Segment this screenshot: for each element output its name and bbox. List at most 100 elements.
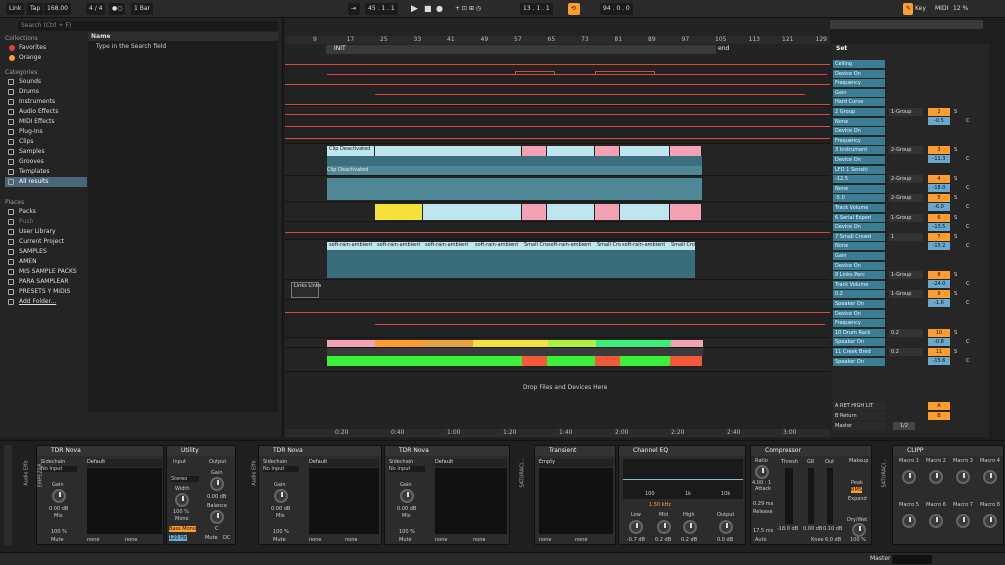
solo-button[interactable]: S [954,329,957,338]
width-knob[interactable] [175,493,189,507]
category-clips[interactable]: Clips [5,137,87,147]
expand-button[interactable]: Expand [848,496,867,502]
tempo-field[interactable]: 168.00 [44,3,71,15]
param-none[interactable]: none [87,537,99,543]
track-activator[interactable]: 4 [928,175,950,184]
track-label[interactable]: 0.2 [833,290,885,299]
rain-clip-label[interactable]: soft-rain-ambient [425,242,468,248]
auto-release-button[interactable]: Auto [755,537,767,543]
thresh-meter[interactable] [785,468,793,524]
track-label[interactable]: Track Volume [833,280,885,289]
track-label[interactable]: Frequency [833,319,885,328]
small-clip-label[interactable]: Small Cro [671,242,695,248]
gain-knob[interactable] [274,489,288,503]
track-activator[interactable]: 11 [928,348,950,356]
param-none[interactable]: none [345,537,357,543]
track-label[interactable]: Device On [833,127,885,136]
knee-value[interactable]: 6.0 dB [825,537,841,543]
routing-select[interactable]: 1 [889,232,923,241]
play-icon[interactable]: ▶ [411,3,418,15]
mixer-row[interactable]: -12.5 2-Group 4 S -18.0 C [833,175,985,193]
collection-orange[interactable]: Orange [5,53,87,63]
drum-track-2[interactable] [285,348,830,372]
midi-clip[interactable] [375,204,423,220]
return-track-b[interactable]: B Return B [833,412,985,421]
mixer-row[interactable]: Frequency [833,79,985,88]
param-none[interactable]: none [125,537,137,543]
routing-select[interactable]: 1-Group [889,290,923,299]
param-none[interactable]: none [473,537,485,543]
beat-ruler[interactable]: 9 17 25 33 41 49 57 65 73 81 89 97 105 113 121 129 [285,36,830,44]
midi-map-button[interactable]: MIDI [935,3,948,15]
mixer-row[interactable]: 11 Creek Bred 0.2 11 S -15.6 C [833,348,985,365]
return-track-a[interactable]: A RET HIGH LIT A [833,402,985,411]
track-label[interactable]: Frequency [833,79,885,88]
param-none[interactable]: none [575,537,587,543]
output-knob[interactable] [719,520,733,534]
routing-select[interactable]: 0.2 [889,348,923,356]
category-sounds[interactable]: Sounds [5,77,87,87]
stereo-select[interactable]: Stereo [171,476,199,482]
mixer-row[interactable]: 8 Links Perc 1-Group 8 S -24.0 C [833,271,985,289]
tdr-nova-device[interactable]: TDR Nova Sidechain No Input Gain 0.00 dB… [258,445,382,545]
metronome-icon[interactable]: ●○ [109,3,125,15]
rain-clip-label[interactable]: soft-rain-ambient [475,242,518,248]
mixer-row[interactable]: Speaker On [833,338,985,347]
mixer-row[interactable]: Frequency [833,136,985,146]
track-label[interactable]: Device On [833,156,885,164]
track-label[interactable]: Ceiling [833,60,885,68]
dc-button[interactable]: DC [223,535,230,541]
midi-clip[interactable] [375,146,522,156]
track-label[interactable]: None [833,117,885,126]
peak-button[interactable]: Peak [851,480,863,486]
clipp-rack[interactable]: CLIPP Macro 1 Macro 2 Macro 3 Macro 4 Macro … [892,445,1004,545]
routing-select[interactable]: 2-Group [889,175,923,184]
track-label[interactable]: 10 Drum Rack [833,328,885,337]
drywet-knob[interactable] [852,523,866,537]
solo-button[interactable]: S [954,271,957,280]
mixer-row[interactable]: LFO 1 Sensiti [833,165,985,175]
midi-clip[interactable] [423,204,522,220]
device-title[interactable]: TDR Nova [37,446,163,456]
macro-knob[interactable] [983,514,997,528]
routing-select[interactable]: 2-Group [889,194,923,203]
track-activator[interactable]: 10 [928,328,950,337]
rain-clip-label[interactable]: soft-rain-ambient [622,242,665,248]
track-label[interactable]: 7 Small Crowd [833,232,885,241]
deactivated-clip[interactable]: Clip Deactivated [327,146,375,156]
mixer-row[interactable]: Track Volume [833,204,985,213]
solo-button[interactable]: S [954,108,957,117]
place-mis-sample-packs[interactable]: MIS SAMPLE PACKS [5,267,87,277]
draw-mode-icon[interactable]: ✎ [903,3,913,15]
solo-button[interactable]: S [954,194,957,203]
small-clip-label[interactable]: Small Cro [597,242,621,248]
track-label[interactable]: Device On [833,223,885,232]
gain-knob[interactable] [400,489,414,503]
track-label[interactable]: 3 Instrument [833,146,885,155]
track-activator[interactable]: 2 [928,108,950,116]
macro-knob[interactable] [956,470,970,484]
routing-select[interactable]: 1-Group [889,108,923,116]
midi-clip[interactable] [522,146,547,156]
mixer-row[interactable]: Speaker On [833,357,985,367]
mute-button[interactable]: Mute [205,535,218,541]
track-label[interactable]: 11 Creek Bred [833,348,885,356]
track-label[interactable]: Gain [833,252,885,260]
out-meter[interactable] [827,468,833,524]
search-input[interactable]: Search (Ctrl + F) [18,21,278,31]
locator-lane[interactable]: INIT end [326,45,729,54]
sidechain-input[interactable]: No Input [263,466,299,472]
device-title[interactable]: Utility [167,446,235,456]
mixer-row[interactable]: -5.0 2-Group 5 S -6.0 C [833,194,985,212]
time-signature[interactable]: 4 / 4 [86,3,106,15]
locator-init[interactable]: INIT [334,45,346,52]
track-label[interactable]: Frequency [833,136,885,145]
mixer-row[interactable]: Ceiling [833,60,985,69]
place-samples[interactable]: SAMPLES [5,247,87,257]
param-none[interactable]: none [539,537,551,543]
solo-button[interactable]: S [954,175,957,184]
tdr-nova-device[interactable]: TDR Nova Sidechain No Input Gain 0.00 dB… [36,445,164,545]
track-activator[interactable]: 7 [928,232,950,241]
link-button[interactable]: Link [6,3,25,15]
drum-track[interactable] [285,340,830,348]
